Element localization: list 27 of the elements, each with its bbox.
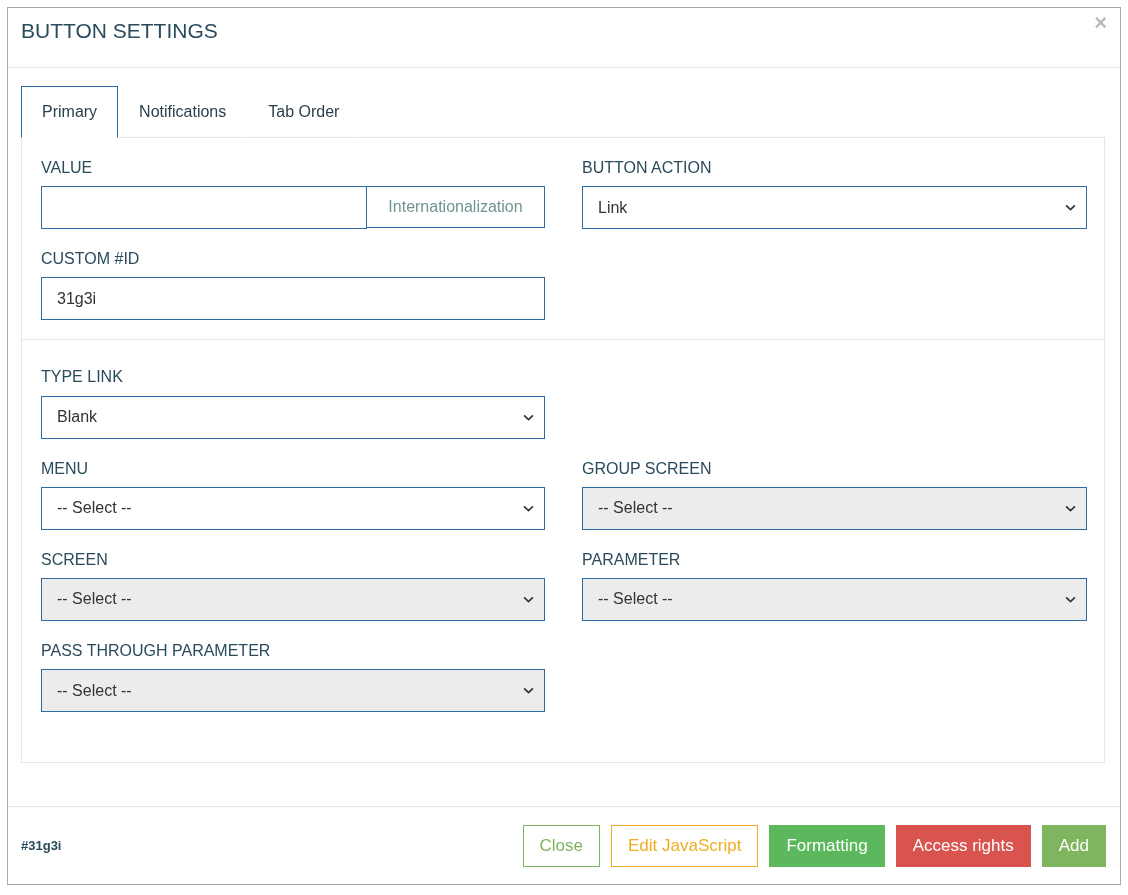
chevron-down-icon <box>1065 204 1076 212</box>
chevron-down-icon <box>1065 595 1076 603</box>
tab[interactable]: Primary <box>21 86 119 138</box>
field-label: PARAMETER <box>582 549 682 569</box>
field-label: TYPE LINK <box>41 367 124 387</box>
chevron-down-icon <box>523 687 534 695</box>
chevron-down-icon <box>523 413 534 421</box>
field-label: GROUP SCREEN <box>582 458 713 478</box>
tab[interactable]: Tab Order <box>247 86 361 138</box>
chevron-down-icon <box>523 595 534 603</box>
text-input[interactable] <box>41 186 367 230</box>
chevron-down-icon <box>523 504 534 512</box>
select-dropdown[interactable]: -- Select -- <box>41 486 545 530</box>
field-label: BUTTON ACTION <box>582 158 713 178</box>
chevron-down-icon <box>1065 504 1076 512</box>
field-label: MENU <box>41 458 90 478</box>
text-input[interactable]: 31g3i <box>41 277 545 321</box>
element-id-label: #31g3i <box>21 838 62 853</box>
tab[interactable]: Notifications <box>118 86 248 138</box>
field-label: VALUE <box>41 158 94 178</box>
footer-button[interactable]: Access rights <box>895 824 1031 867</box>
dialog-title: BUTTON SETTINGS <box>21 19 218 43</box>
field-label: CUSTOM #ID <box>41 249 141 269</box>
field-label: SCREEN <box>41 549 109 569</box>
select-dropdown[interactable]: Link <box>582 186 1087 230</box>
field-label: PASS THROUGH PARAMETER <box>41 640 272 661</box>
select-dropdown[interactable]: Blank <box>41 395 545 439</box>
